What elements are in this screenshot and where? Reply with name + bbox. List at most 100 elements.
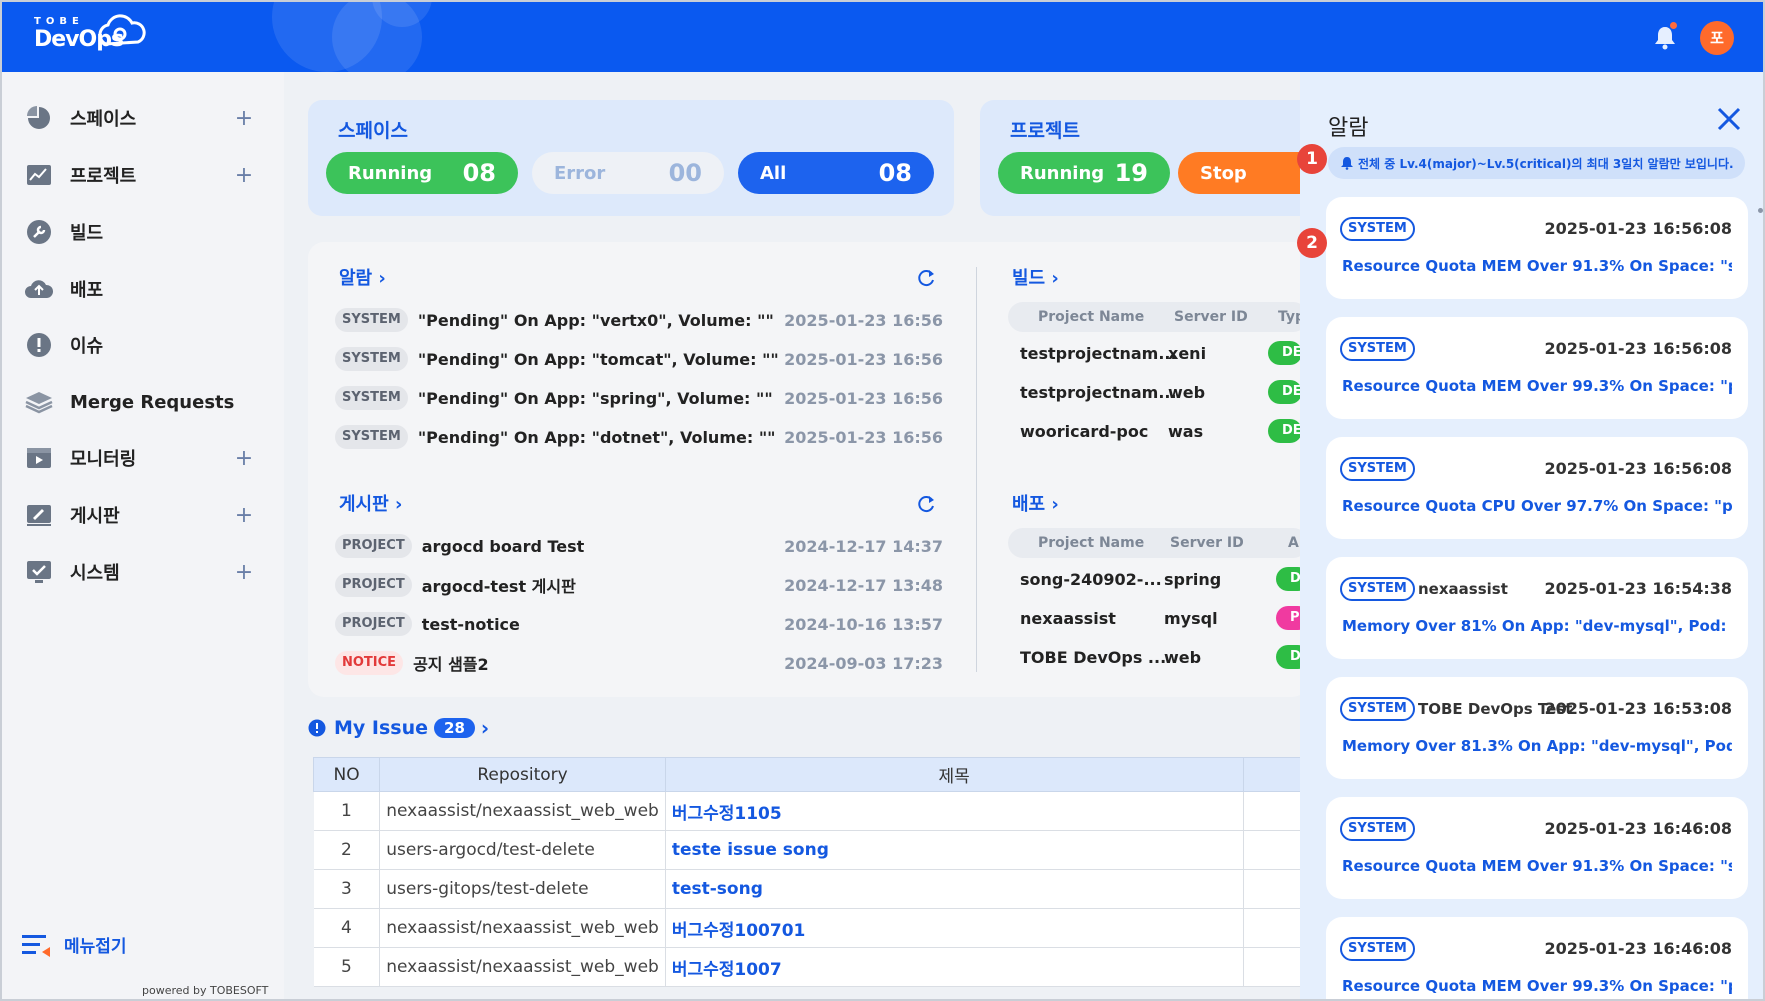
deploy-row[interactable]: TOBE DevOps ... [1020, 643, 1166, 671]
alarm-card[interactable]: SYSTEM 2025-01-23 16:56:08 Resource Quot… [1326, 197, 1748, 299]
board-row[interactable]: PROJECT argocd-test 게시판 2024-12-17 13:48 [335, 572, 943, 598]
build-row[interactable]: testprojectnam... [1020, 339, 1177, 367]
sidebar-item-project[interactable]: 프로젝트 + [24, 155, 254, 195]
add-board-button[interactable]: + [234, 503, 254, 528]
refresh-alarm-icon[interactable] [916, 268, 936, 288]
refresh-board-icon[interactable] [916, 494, 936, 514]
add-monitoring-button[interactable]: + [234, 446, 254, 471]
issue-title-link[interactable]: 버그수정100701 [665, 908, 1244, 948]
table-row[interactable]: 3 users-gitops/test-delete test-song [313, 869, 1314, 909]
edit-board-icon [24, 500, 54, 530]
board-date: 2024-12-17 13:48 [784, 575, 943, 595]
project-name: testprojectnam... [1020, 382, 1177, 402]
sidebar-item-issue[interactable]: 이슈 [24, 325, 254, 365]
column-header-no[interactable]: NO [312, 757, 381, 792]
issue-repo: nexaassist/nexaassist_web_web [379, 947, 666, 987]
app-logo[interactable]: TOBE DevOps [34, 14, 146, 52]
system-tag: SYSTEM [1340, 217, 1415, 241]
alarm-row[interactable]: SYSTEM "Pending" On App: "tomcat", Volum… [335, 346, 943, 372]
sidebar-item-board[interactable]: 게시판 + [24, 495, 254, 535]
alarm-card[interactable]: SYSTEM 2025-01-23 16:46:08 Resource Quot… [1326, 917, 1748, 999]
add-project-button[interactable]: + [234, 163, 254, 188]
project-tag: PROJECT [335, 612, 412, 636]
build-row[interactable]: wooricard-poc [1020, 417, 1148, 445]
alarm-row[interactable]: SYSTEM "Pending" On App: "spring", Volum… [335, 385, 943, 411]
powered-by-text: powered by TOBESOFT [142, 984, 269, 997]
issue-title-link[interactable]: teste issue song [665, 830, 1244, 870]
alarm-text: "Pending" On App: "spring", Volume: "" [417, 388, 773, 408]
sidebar-item-monitoring[interactable]: 모니터링 + [24, 438, 254, 478]
deploy-section-title[interactable]: 배포 › [1012, 490, 1059, 516]
project-running-pill[interactable]: Running 19 [998, 152, 1170, 194]
space-all-pill[interactable]: All 08 [738, 152, 934, 194]
alarm-card[interactable]: SYSTEM 2025-01-23 16:56:08 Resource Quot… [1326, 437, 1748, 539]
project-tag: PROJECT [335, 573, 412, 597]
column-header-repository[interactable]: Repository [379, 757, 666, 792]
board-section-title[interactable]: 게시판 › [339, 490, 402, 516]
add-system-button[interactable]: + [234, 560, 254, 585]
issue-title-link[interactable]: test-song [665, 869, 1244, 909]
space-running-pill[interactable]: Running 08 [326, 152, 518, 194]
chevron-right-icon: › [378, 268, 386, 289]
board-row[interactable]: PROJECT argocd board Test 2024-12-17 14:… [335, 533, 943, 559]
sidebar-item-deploy[interactable]: 배포 [24, 269, 254, 309]
sidebar: 스페이스 + 프로젝트 + 빌드 배포 이슈 Merge Requests 모니… [2, 72, 284, 999]
menu-fold-button[interactable]: 메뉴접기 [22, 932, 127, 957]
alarm-time: 2025-01-23 16:46:08 [1544, 819, 1732, 838]
notice-tag: NOTICE [335, 651, 404, 675]
close-icon[interactable] [1714, 104, 1744, 134]
table-row[interactable]: 4 nexaassist/nexaassist_web_web 버그수정1007… [313, 908, 1314, 948]
alarm-row[interactable]: SYSTEM "Pending" On App: "vertx0", Volum… [335, 307, 943, 333]
board-row[interactable]: NOTICE 공지 샘플2 2024-09-03 17:23 [335, 650, 943, 676]
alarm-card[interactable]: SYSTEM TOBE DevOps Test 2025-01-23 16:53… [1326, 677, 1748, 779]
sidebar-item-merge-requests[interactable]: Merge Requests [24, 382, 254, 422]
add-space-button[interactable]: + [234, 106, 254, 131]
issue-repo: users-gitops/test-delete [379, 869, 666, 909]
deploy-server: spring [1164, 565, 1221, 593]
alarm-message: Memory Over 81.3% On App: "dev-mysql", P… [1342, 737, 1732, 755]
space-card-title[interactable]: 스페이스 [338, 116, 408, 143]
deploy-row[interactable]: nexaassist [1020, 604, 1116, 632]
sidebar-item-space[interactable]: 스페이스 + [24, 98, 254, 138]
alarm-row[interactable]: SYSTEM "Pending" On App: "dotnet", Volum… [335, 424, 943, 450]
project-name: song-240902-... [1020, 569, 1162, 589]
scrollbar-indicator[interactable] [1758, 208, 1763, 213]
project-card-title[interactable]: 프로젝트 [1010, 116, 1080, 143]
sidebar-item-label: 게시판 [70, 506, 120, 527]
server-id: web [1168, 382, 1206, 402]
bell-icon [1341, 157, 1353, 170]
alarm-card[interactable]: SYSTEM 2025-01-23 16:56:08 Resource Quot… [1326, 317, 1748, 419]
project-name: wooricard-poc [1020, 421, 1149, 441]
deploy-row[interactable]: song-240902-... [1020, 565, 1162, 593]
table-row[interactable]: 1 nexaassist/nexaassist_web_web 버그수정1105 [313, 791, 1314, 831]
build-title-text: 빌드 [1012, 268, 1046, 289]
deploy-server: web [1164, 643, 1201, 671]
build-section-title[interactable]: 빌드 › [1012, 264, 1059, 290]
user-avatar[interactable]: 포 [1700, 21, 1734, 55]
pill-value: 19 [1114, 159, 1148, 187]
build-server: was [1168, 417, 1203, 445]
sidebar-item-build[interactable]: 빌드 [24, 212, 254, 252]
menu-fold-icon [22, 934, 50, 957]
my-issue-header[interactable]: My Issue 28 › [308, 716, 489, 740]
system-tag: SYSTEM [335, 308, 408, 332]
issue-title-link[interactable]: 버그수정1007 [665, 947, 1244, 987]
column-header-title[interactable]: 제목 [664, 757, 1244, 792]
server-id: was [1168, 421, 1204, 441]
alarm-card[interactable]: SYSTEM 2025-01-23 16:46:08 Resource Quot… [1326, 797, 1748, 899]
table-row[interactable]: 5 nexaassist/nexaassist_web_web 버그수정1007 [313, 947, 1314, 987]
pill-label: Running [1020, 162, 1105, 184]
build-row[interactable]: testprojectnam... [1020, 378, 1177, 406]
alarm-section-title[interactable]: 알람 › [339, 264, 386, 290]
space-error-pill[interactable]: Error 00 [532, 152, 724, 194]
menu-fold-label: 메뉴접기 [64, 937, 127, 957]
board-row[interactable]: PROJECT test-notice 2024-10-16 13:57 [335, 611, 943, 637]
issue-repo: nexaassist/nexaassist_web_web [379, 908, 666, 948]
board-text: argocd-test 게시판 [421, 577, 576, 596]
alarm-text: "Pending" On App: "tomcat", Volume: "" [417, 349, 779, 369]
alarm-card[interactable]: SYSTEM nexaassist 2025-01-23 16:54:38 Me… [1326, 557, 1748, 659]
issue-title-link[interactable]: 버그수정1105 [665, 791, 1244, 831]
sidebar-item-system[interactable]: 시스템 + [24, 552, 254, 592]
table-row[interactable]: 2 users-argocd/test-delete teste issue s… [313, 830, 1314, 870]
layers-icon [24, 387, 54, 417]
